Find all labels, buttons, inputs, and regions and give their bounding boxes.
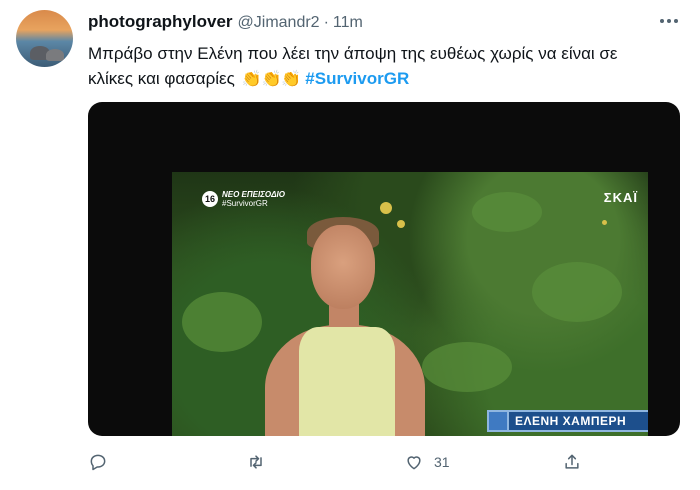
more-options-icon[interactable] — [658, 14, 680, 28]
share-icon — [565, 454, 579, 469]
like-count: 31 — [434, 454, 450, 470]
tweet-text: Μπράβο στην Ελένη που λέει την άποψη της… — [88, 41, 673, 92]
foliage — [532, 262, 622, 322]
user-handle[interactable]: @Jimandr2 — [238, 14, 320, 32]
reply-button[interactable] — [88, 452, 108, 472]
hashtag-link[interactable]: #SurvivorGR — [305, 69, 409, 88]
show-hashtag-text: #SurvivorGR — [222, 199, 268, 208]
episode-label: ΝΕΟ ΕΠΕΙΣΟΔΙΟ #SurvivorGR — [222, 190, 285, 208]
person — [257, 197, 467, 436]
retweet-icon — [250, 455, 262, 469]
episode-logo: 16 ΝΕΟ ΕΠΕΙΣΟΔΙΟ #SurvivorGR — [202, 190, 285, 208]
tweet-text-line: Μπράβο στην Ελένη που λέει την άποψη της… — [88, 44, 618, 63]
channel-logo: ΣΚΑΪ — [603, 190, 638, 205]
reply-icon — [90, 454, 106, 471]
tweet-text-line: κλίκες και φασαρίες 👏👏👏 #SurvivorGR — [88, 66, 673, 92]
tweet-media[interactable]: 16 ΝΕΟ ΕΠΕΙΣΟΔΙΟ #SurvivorGR ΣΚΑΪ ΕΛΕΝΗ … — [88, 102, 680, 436]
tweet-header: photographylover @Jimandr2 · 11m — [88, 12, 363, 36]
foliage — [182, 292, 262, 352]
avatar[interactable] — [16, 10, 73, 67]
separator-dot: · — [323, 14, 329, 31]
timestamp[interactable]: 11m — [333, 14, 363, 32]
like-icon — [407, 456, 421, 470]
like-button[interactable]: 31 — [404, 452, 450, 472]
name-caption: ΕΛΕΝΗ ΧΑΜΠΕΡΗ — [487, 410, 648, 432]
tweet: photographylover @Jimandr2 · 11m Μπράβο … — [0, 0, 700, 490]
clapping-hands-emoji: 👏👏👏 — [241, 71, 302, 88]
action-bar: 31 — [88, 452, 678, 474]
retweet-button[interactable] — [246, 452, 266, 472]
team-badge-icon — [489, 412, 509, 430]
sleeveless-top — [299, 327, 395, 436]
new-episode-text: ΝΕΟ ΕΠΕΙΣΟΔΙΟ — [222, 190, 285, 199]
face — [311, 225, 375, 309]
caption-name: ΕΛΕΝΗ ΧΑΜΠΕΡΗ — [515, 414, 627, 428]
light-spot — [602, 220, 607, 225]
avatar-rock — [46, 49, 64, 61]
display-name[interactable]: photographylover — [88, 12, 233, 32]
video-frame: 16 ΝΕΟ ΕΠΕΙΣΟΔΙΟ #SurvivorGR ΣΚΑΪ ΕΛΕΝΗ … — [172, 172, 648, 436]
tweet-text-segment: κλίκες και φασαρίες — [88, 69, 235, 88]
foliage — [472, 192, 542, 232]
share-button[interactable] — [562, 452, 582, 472]
age-rating-badge: 16 — [202, 191, 218, 207]
